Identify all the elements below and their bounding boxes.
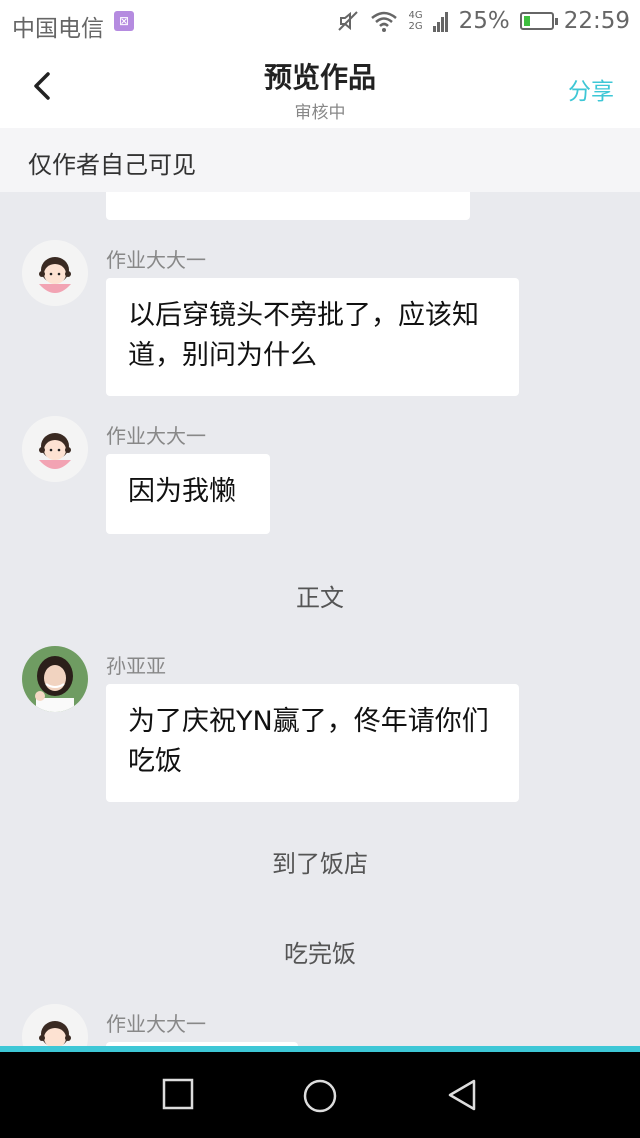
square-icon	[162, 1078, 194, 1110]
circle-icon	[303, 1079, 337, 1113]
cartoon-girl-avatar-icon	[22, 416, 88, 482]
back-nav-button[interactable]	[446, 1078, 480, 1116]
avatar[interactable]	[22, 1004, 88, 1046]
sender-name: 作业大大一	[106, 1012, 206, 1036]
nav-bar: 预览作品 审核中 分享	[0, 44, 640, 128]
message-bubble: 为了庆祝YN赢了，佟年请你们吃饭	[106, 684, 519, 802]
message-bubble-partial	[106, 192, 470, 220]
sender-name: 孙亚亚	[106, 654, 166, 678]
network-4g-label: 4G	[408, 10, 423, 21]
battery-icon	[519, 12, 558, 30]
app-notification-icon: ⊠	[114, 11, 134, 31]
signal-icon	[432, 12, 448, 32]
narration-text: 正文	[296, 584, 344, 612]
share-button[interactable]: 分享	[568, 72, 614, 106]
avatar[interactable]	[22, 240, 88, 306]
avatar[interactable]	[22, 416, 88, 482]
status-bar: 中国电信 ⊠ 4G 2G 25% 22:59	[0, 0, 640, 44]
visibility-notice: 仅作者自己可见	[0, 128, 640, 192]
triangle-back-icon	[448, 1079, 476, 1111]
mute-icon	[338, 11, 359, 31]
chat-area[interactable]: 作业大大一 以后穿镜头不旁批了，应该知道，别问为什么 作业大大一 因为我懒 正文…	[0, 192, 640, 1046]
message-bubble: 因为我懒	[106, 454, 270, 534]
cartoon-girl-avatar-icon	[22, 240, 88, 306]
recent-apps-button[interactable]	[162, 1078, 194, 1114]
wifi-icon	[371, 11, 398, 32]
avatar[interactable]	[22, 646, 88, 712]
system-navigation-bar	[0, 1052, 640, 1138]
status-indicators: 4G 2G 25% 22:59	[336, 8, 630, 34]
sender-name: 作业大大一	[106, 424, 206, 448]
narration-text: 到了饭店	[272, 850, 368, 878]
home-button[interactable]	[302, 1078, 338, 1118]
girl-photo-avatar-icon	[22, 646, 88, 712]
visibility-notice-text: 仅作者自己可见	[28, 151, 196, 179]
sender-name: 作业大大一	[106, 248, 206, 272]
battery-percent: 25%	[458, 8, 510, 34]
network-type: 4G 2G	[408, 10, 422, 32]
narration-text: 吃完饭	[284, 940, 356, 968]
page-title: 预览作品	[263, 61, 376, 94]
network-2g-label: 2G	[408, 21, 423, 32]
cartoon-girl-avatar-icon	[22, 1004, 88, 1046]
review-status: 审核中	[294, 103, 346, 123]
message-bubble: 以后穿镜头不旁批了，应该知道，别问为什么	[106, 278, 519, 396]
clock: 22:59	[563, 8, 630, 34]
carrier-name: 中国电信	[12, 16, 104, 42]
